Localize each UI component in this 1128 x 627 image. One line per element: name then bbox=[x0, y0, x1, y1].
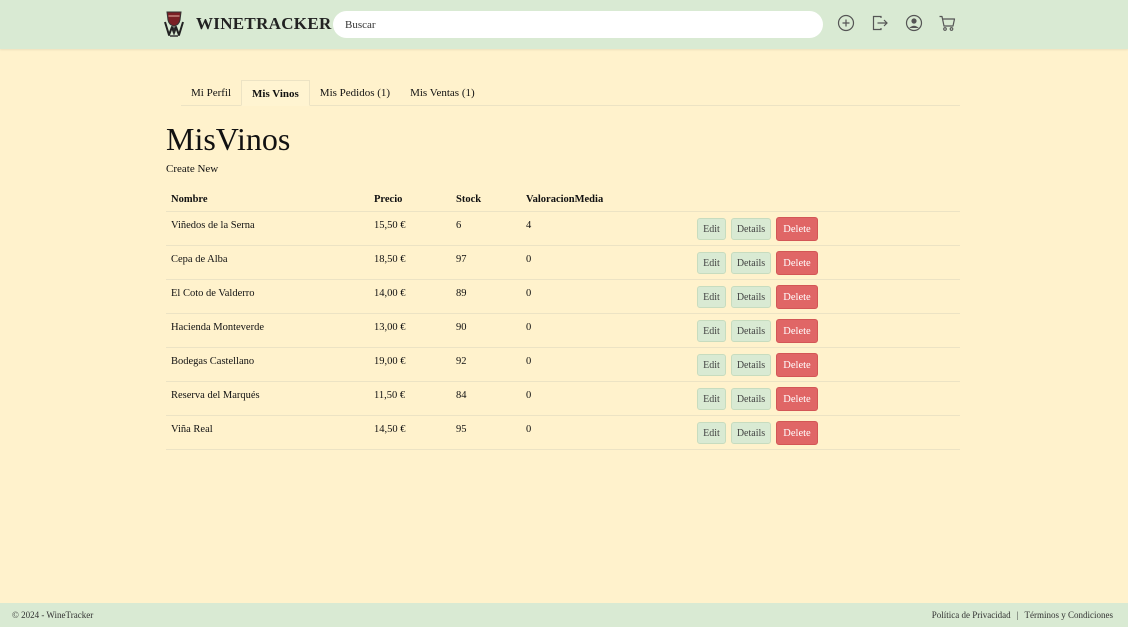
wines-table: Nombre Precio Stock ValoracionMedia Viñe… bbox=[166, 190, 960, 450]
edit-button[interactable]: Edit bbox=[697, 388, 726, 410]
cell-precio: 14,00 € bbox=[374, 288, 406, 299]
cell-nombre: Cepa de Alba bbox=[171, 254, 228, 265]
edit-button[interactable]: Edit bbox=[697, 354, 726, 376]
table-row: Bodegas Castellano 19,00 € 92 0 Edit Det… bbox=[166, 348, 960, 382]
details-button[interactable]: Details bbox=[731, 422, 771, 444]
table-row: Viña Real 14,50 € 95 0 Edit Details Dele… bbox=[166, 416, 960, 450]
column-header-nombre: Nombre bbox=[171, 194, 208, 205]
cell-valoracion: 0 bbox=[526, 390, 532, 401]
cell-valoracion: 0 bbox=[526, 322, 532, 333]
cell-precio: 19,00 € bbox=[374, 356, 406, 367]
cell-nombre: Bodegas Castellano bbox=[171, 356, 255, 367]
top-navbar: WINETRACKER bbox=[0, 0, 1128, 49]
cell-stock: 92 bbox=[456, 356, 467, 367]
column-header-valoracion: ValoracionMedia bbox=[526, 194, 604, 205]
cell-precio: 11,50 € bbox=[374, 390, 406, 401]
cart-icon[interactable] bbox=[938, 14, 956, 32]
edit-button[interactable]: Edit bbox=[697, 252, 726, 274]
delete-button[interactable]: Delete bbox=[776, 421, 818, 445]
cell-stock: 89 bbox=[456, 288, 467, 299]
footer: © 2024 - WineTracker Política de Privaci… bbox=[0, 603, 1128, 627]
edit-button[interactable]: Edit bbox=[697, 286, 726, 308]
footer-separator: | bbox=[1016, 610, 1019, 620]
delete-button[interactable]: Delete bbox=[776, 353, 818, 377]
tab-mi-perfil[interactable]: Mi Perfil bbox=[181, 80, 241, 106]
table-row: Hacienda Monteverde 13,00 € 90 0 Edit De… bbox=[166, 314, 960, 348]
details-button[interactable]: Details bbox=[731, 354, 771, 376]
wine-glass-logo-icon bbox=[162, 11, 186, 37]
create-new-link[interactable]: Create New bbox=[166, 163, 218, 175]
logout-icon[interactable] bbox=[871, 14, 889, 32]
edit-button[interactable]: Edit bbox=[697, 422, 726, 444]
cell-valoracion: 0 bbox=[526, 424, 532, 435]
cell-nombre: Reserva del Marqués bbox=[171, 390, 260, 401]
cell-precio: 15,50 € bbox=[374, 220, 406, 231]
tab-mis-pedidos[interactable]: Mis Pedidos (1) bbox=[310, 80, 400, 106]
cell-precio: 13,00 € bbox=[374, 322, 406, 333]
cell-valoracion: 0 bbox=[526, 254, 532, 265]
user-icon[interactable] bbox=[905, 14, 923, 32]
footer-links: Política de Privacidad | Términos y Cond… bbox=[932, 610, 1113, 620]
cell-valoracion: 0 bbox=[526, 356, 532, 367]
column-header-stock: Stock bbox=[456, 194, 482, 205]
cell-nombre: Viña Real bbox=[171, 424, 213, 435]
cell-nombre: El Coto de Valderro bbox=[171, 288, 255, 299]
tab-mis-vinos[interactable]: Mis Vinos bbox=[241, 80, 310, 106]
details-button[interactable]: Details bbox=[731, 388, 771, 410]
details-button[interactable]: Details bbox=[731, 252, 771, 274]
cell-precio: 14,50 € bbox=[374, 424, 406, 435]
tab-mis-ventas[interactable]: Mis Ventas (1) bbox=[400, 80, 485, 106]
plus-circle-icon[interactable] bbox=[837, 14, 855, 32]
cell-nombre: Hacienda Monteverde bbox=[171, 322, 264, 333]
table-row: Viñedos de la Serna 15,50 € 6 4 Edit Det… bbox=[166, 212, 960, 246]
table-row: Reserva del Marqués 11,50 € 84 0 Edit De… bbox=[166, 382, 960, 416]
copyright-text: © 2024 - WineTracker bbox=[12, 610, 94, 620]
cell-stock: 97 bbox=[456, 254, 467, 265]
cell-valoracion: 0 bbox=[526, 288, 532, 299]
profile-tabs: Mi Perfil Mis Vinos Mis Pedidos (1) Mis … bbox=[181, 80, 960, 106]
details-button[interactable]: Details bbox=[731, 286, 771, 308]
brand-name: WINETRACKER bbox=[196, 14, 332, 33]
terms-link[interactable]: Términos y Condiciones bbox=[1025, 610, 1114, 620]
table-row: Cepa de Alba 18,50 € 97 0 Edit Details D… bbox=[166, 246, 960, 280]
details-button[interactable]: Details bbox=[731, 320, 771, 342]
delete-button[interactable]: Delete bbox=[776, 319, 818, 343]
privacy-policy-link[interactable]: Política de Privacidad bbox=[932, 610, 1011, 620]
cell-stock: 95 bbox=[456, 424, 467, 435]
delete-button[interactable]: Delete bbox=[776, 387, 818, 411]
cell-valoracion: 4 bbox=[526, 220, 532, 231]
cell-stock: 84 bbox=[456, 390, 467, 401]
delete-button[interactable]: Delete bbox=[776, 217, 818, 241]
page-title: MisVinos bbox=[166, 121, 291, 157]
table-row: El Coto de Valderro 14,00 € 89 0 Edit De… bbox=[166, 280, 960, 314]
cell-nombre: Viñedos de la Serna bbox=[171, 220, 255, 231]
cell-precio: 18,50 € bbox=[374, 254, 406, 265]
table-header: Nombre Precio Stock ValoracionMedia bbox=[166, 190, 960, 212]
edit-button[interactable]: Edit bbox=[697, 218, 726, 240]
delete-button[interactable]: Delete bbox=[776, 285, 818, 309]
delete-button[interactable]: Delete bbox=[776, 251, 818, 275]
column-header-precio: Precio bbox=[374, 194, 403, 205]
search-input[interactable] bbox=[333, 11, 823, 38]
cell-stock: 90 bbox=[456, 322, 467, 333]
edit-button[interactable]: Edit bbox=[697, 320, 726, 342]
cell-stock: 6 bbox=[456, 220, 462, 231]
details-button[interactable]: Details bbox=[731, 218, 771, 240]
brand[interactable]: WINETRACKER bbox=[162, 11, 332, 37]
